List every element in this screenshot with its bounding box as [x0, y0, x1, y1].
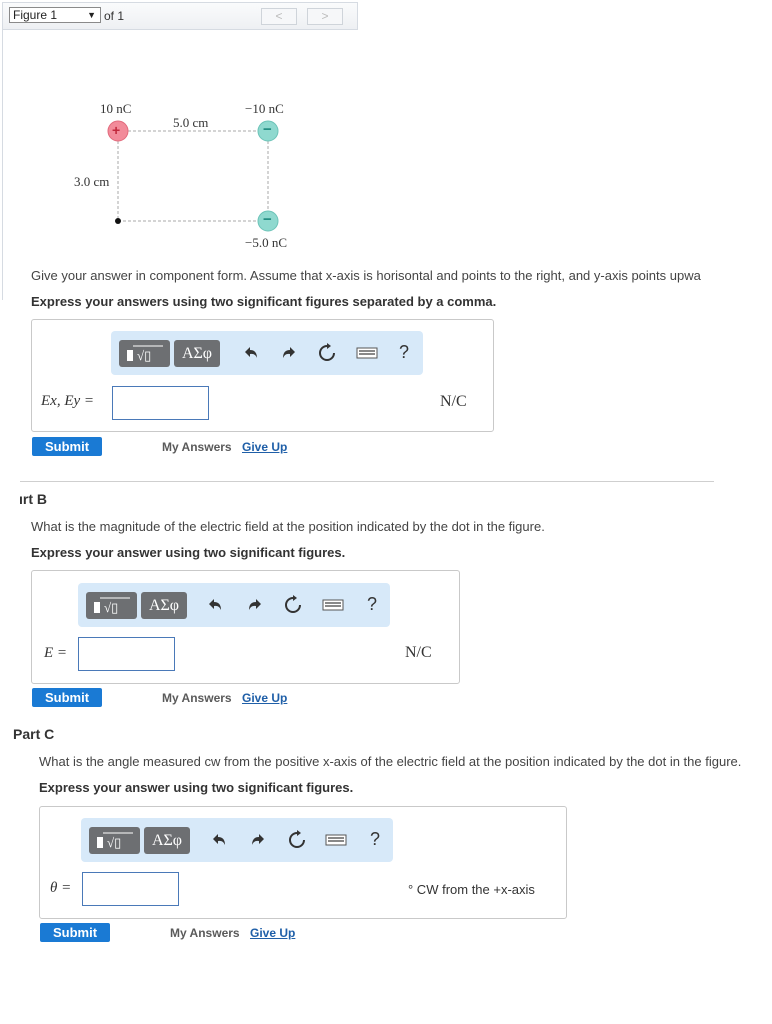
plus-sign: + — [112, 122, 121, 138]
part-b-answer-input[interactable] — [78, 637, 175, 671]
part-b-math-toolbar: √▯ ΑΣφ ? — [78, 583, 390, 627]
charge-label-top-right: −10 nC — [245, 101, 284, 116]
help-button[interactable]: ? — [370, 829, 380, 850]
part-b-my-answers-link[interactable]: My Answers — [162, 691, 232, 705]
part-c-submit-button[interactable]: Submit — [40, 923, 110, 942]
reset-icon[interactable] — [287, 830, 307, 850]
reset-icon[interactable] — [317, 343, 337, 363]
part-a-variable-label: Ex, Ey = — [41, 393, 95, 409]
distance-vertical-label: 3.0 cm — [74, 174, 110, 189]
redo-icon[interactable] — [245, 595, 265, 615]
redo-icon[interactable] — [279, 343, 299, 363]
svg-text:√▯: √▯ — [107, 835, 121, 850]
part-a-answer-input[interactable] — [112, 386, 209, 420]
part-a-math-toolbar: √▯ ΑΣφ ? — [111, 331, 423, 375]
greek-symbols-button[interactable]: ΑΣφ — [144, 827, 190, 854]
svg-text:√▯: √▯ — [137, 348, 151, 363]
part-a-give-up-link[interactable]: Give Up — [242, 440, 287, 454]
part-c-title: Part C — [13, 726, 55, 742]
keyboard-icon[interactable] — [325, 830, 347, 850]
svg-text:√▯: √▯ — [104, 600, 118, 615]
part-b-give-up-link[interactable]: Give Up — [242, 691, 287, 705]
part-b-prompt: What is the magnitude of the electric fi… — [31, 519, 545, 534]
charge-label-top-left: 10 nC — [100, 101, 132, 116]
undo-icon[interactable] — [241, 343, 261, 363]
templates-icon: √▯ — [97, 832, 133, 850]
keyboard-icon[interactable] — [356, 343, 378, 363]
reset-icon[interactable] — [283, 595, 303, 615]
minus-sign-bottom: − — [263, 211, 272, 228]
part-a-my-answers-link[interactable]: My Answers — [162, 440, 232, 454]
part-a-prompt: Give your answer in component form. Assu… — [31, 268, 701, 283]
part-c-math-toolbar: √▯ ΑΣφ ? — [81, 818, 393, 862]
charge-label-bottom-right: −5.0 nC — [245, 235, 288, 250]
part-c-prompt: What is the angle measured cw from the p… — [39, 754, 742, 769]
part-c-answer-input[interactable] — [82, 872, 179, 906]
templates-button[interactable]: √▯ — [89, 827, 140, 854]
undo-icon[interactable] — [205, 595, 225, 615]
observation-dot — [115, 218, 121, 224]
part-a-unit: N/C — [440, 393, 467, 410]
part-c-give-up-link[interactable]: Give Up — [250, 926, 295, 940]
undo-icon[interactable] — [209, 830, 229, 850]
part-a-instructions: Express your answers using two significa… — [31, 294, 497, 309]
part-b-submit-button[interactable]: Submit — [32, 688, 102, 707]
part-a-submit-button[interactable]: Submit — [32, 437, 102, 456]
section-divider — [20, 481, 714, 482]
part-b-unit: N/C — [405, 644, 432, 661]
part-b-instructions: Express your answer using two significan… — [31, 545, 346, 560]
greek-symbols-button[interactable]: ΑΣφ — [141, 592, 187, 619]
minus-sign-top: − — [263, 121, 272, 138]
part-b-title: ırt B — [19, 491, 47, 507]
greek-symbols-button[interactable]: ΑΣφ — [174, 340, 220, 367]
templates-icon: √▯ — [94, 597, 130, 615]
part-c-variable-label: θ = — [50, 880, 72, 896]
part-c-unit: ° CW from the +x-axis — [408, 882, 535, 897]
help-button[interactable]: ? — [399, 342, 409, 363]
distance-horizontal-label: 5.0 cm — [173, 115, 209, 130]
part-b-variable-label: E = — [44, 645, 68, 661]
templates-icon: √▯ — [127, 345, 163, 363]
templates-button[interactable]: √▯ — [119, 340, 170, 367]
help-button[interactable]: ? — [367, 594, 377, 615]
part-c-instructions: Express your answer using two significan… — [39, 780, 354, 795]
redo-icon[interactable] — [248, 830, 268, 850]
templates-button[interactable]: √▯ — [86, 592, 137, 619]
keyboard-icon[interactable] — [322, 595, 344, 615]
part-c-my-answers-link[interactable]: My Answers — [170, 926, 240, 940]
